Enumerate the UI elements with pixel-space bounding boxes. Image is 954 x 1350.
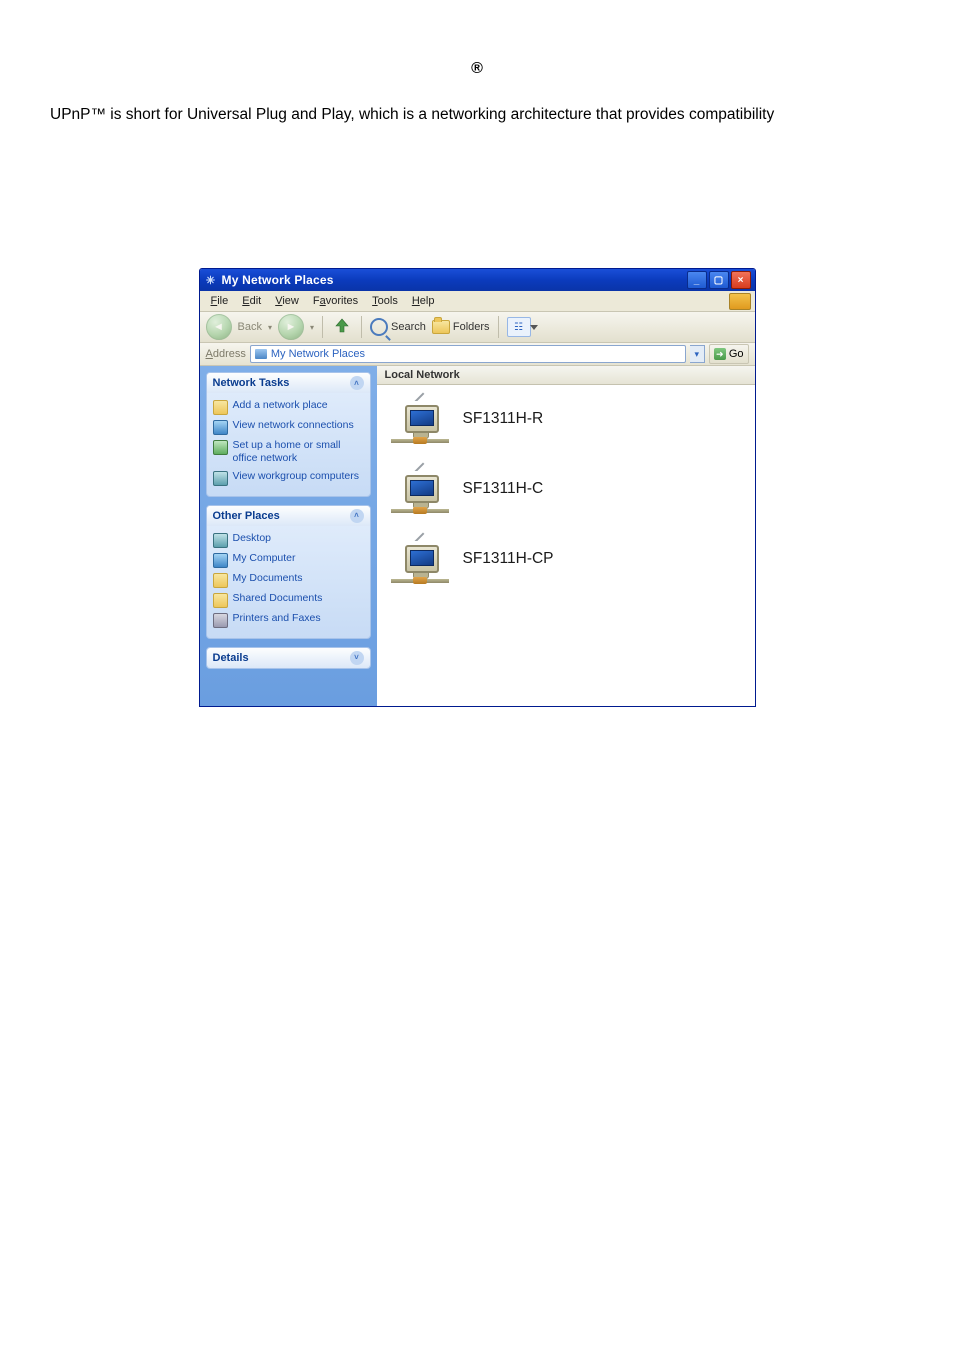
task-add-network-place[interactable]: Add a network place xyxy=(213,397,364,417)
folder-plus-icon xyxy=(213,400,228,415)
device-label: SF1311H-R xyxy=(463,410,544,428)
explorer-window: ✳ My Network Places _ ▢ × File Edit View… xyxy=(199,268,756,707)
address-icon xyxy=(255,349,267,359)
folders-button[interactable]: Folders xyxy=(432,320,490,334)
menu-edit[interactable]: Edit xyxy=(235,295,268,307)
search-label: Search xyxy=(391,321,426,333)
go-button[interactable]: ➜ Go xyxy=(709,344,749,364)
window-body: Network Tasks ˄ Add a network place View… xyxy=(200,366,755,706)
section-header: Local Network xyxy=(377,366,755,385)
address-value: My Network Places xyxy=(271,348,365,360)
back-label: Back xyxy=(238,321,262,333)
title-bar[interactable]: ✳ My Network Places _ ▢ × xyxy=(200,269,755,291)
place-my-computer[interactable]: My Computer xyxy=(213,550,364,570)
chevron-up-icon[interactable]: ˄ xyxy=(350,509,364,523)
back-button[interactable]: ◄ xyxy=(206,314,232,340)
address-dropdown[interactable]: ▾ xyxy=(690,345,705,363)
panel-header-network-tasks[interactable]: Network Tasks ˄ xyxy=(207,373,370,393)
minimize-button[interactable]: _ xyxy=(687,271,707,289)
chevron-down-icon[interactable]: ˅ xyxy=(350,651,364,665)
menu-tools[interactable]: Tools xyxy=(365,295,405,307)
printer-icon xyxy=(213,613,228,628)
device-label: SF1311H-C xyxy=(463,480,544,498)
navigation-toolbar: ◄ Back ▾ ► ▾ Search Folders ☷ xyxy=(200,312,755,343)
chevron-up-icon[interactable]: ˄ xyxy=(350,376,364,390)
go-label: Go xyxy=(729,348,744,360)
go-arrow-icon: ➜ xyxy=(714,348,726,360)
maximize-button[interactable]: ▢ xyxy=(709,271,729,289)
windows-flag-icon xyxy=(729,293,751,310)
panel-network-tasks: Network Tasks ˄ Add a network place View… xyxy=(206,372,371,496)
address-label: Address xyxy=(206,348,246,360)
place-printers-faxes[interactable]: Printers and Faxes xyxy=(213,610,364,630)
place-shared-documents[interactable]: Shared Documents xyxy=(213,590,364,610)
panel-header-other-places[interactable]: Other Places ˄ xyxy=(207,506,370,526)
device-icon xyxy=(391,535,449,583)
task-view-connections[interactable]: View network connections xyxy=(213,417,364,437)
forward-button[interactable]: ► xyxy=(278,314,304,340)
network-setup-icon xyxy=(213,440,228,455)
folder-icon xyxy=(432,320,450,334)
documents-icon xyxy=(213,573,228,588)
connections-icon xyxy=(213,420,228,435)
network-device[interactable]: SF1311H-R xyxy=(391,395,741,443)
views-button[interactable]: ☷ xyxy=(507,317,531,337)
window-title: My Network Places xyxy=(222,273,334,287)
content-pane: Local Network SF1311H-R SF1311H-C xyxy=(377,366,755,706)
device-label: SF1311H-CP xyxy=(463,550,554,568)
task-setup-network[interactable]: Set up a home or small office network xyxy=(213,437,364,467)
registered-mark: ® xyxy=(50,60,904,78)
panel-details: Details ˅ xyxy=(206,647,371,669)
intro-paragraph: UPnP™ is short for Universal Plug and Pl… xyxy=(50,102,904,128)
computer-icon xyxy=(213,553,228,568)
place-desktop[interactable]: Desktop xyxy=(213,530,364,550)
network-device[interactable]: SF1311H-C xyxy=(391,465,741,513)
menu-bar: File Edit View Favorites Tools Help xyxy=(200,291,755,312)
address-bar: Address My Network Places ▾ ➜ Go xyxy=(200,343,755,366)
device-icon xyxy=(391,465,449,513)
panel-title: Other Places xyxy=(213,510,280,522)
search-button[interactable]: Search xyxy=(370,318,426,336)
menu-favorites[interactable]: Favorites xyxy=(306,295,365,307)
device-icon xyxy=(391,395,449,443)
menu-view[interactable]: View xyxy=(268,295,306,307)
shared-folder-icon xyxy=(213,593,228,608)
task-view-workgroup[interactable]: View workgroup computers xyxy=(213,468,364,488)
network-device[interactable]: SF1311H-CP xyxy=(391,535,741,583)
close-button[interactable]: × xyxy=(731,271,751,289)
desktop-icon xyxy=(213,533,228,548)
panel-title: Network Tasks xyxy=(213,377,290,389)
place-my-documents[interactable]: My Documents xyxy=(213,570,364,590)
search-icon xyxy=(370,318,388,336)
panel-other-places: Other Places ˄ Desktop My Computer My Do… xyxy=(206,505,371,639)
menu-file[interactable]: File xyxy=(204,295,236,307)
panel-title: Details xyxy=(213,652,249,664)
address-field[interactable]: My Network Places xyxy=(250,345,686,363)
window-icon: ✳ xyxy=(204,273,218,287)
sidebar: Network Tasks ˄ Add a network place View… xyxy=(200,366,377,706)
menu-help[interactable]: Help xyxy=(405,295,442,307)
folders-label: Folders xyxy=(453,321,490,333)
workgroup-icon xyxy=(213,471,228,486)
panel-header-details[interactable]: Details ˅ xyxy=(207,648,370,668)
up-button[interactable] xyxy=(331,316,353,338)
